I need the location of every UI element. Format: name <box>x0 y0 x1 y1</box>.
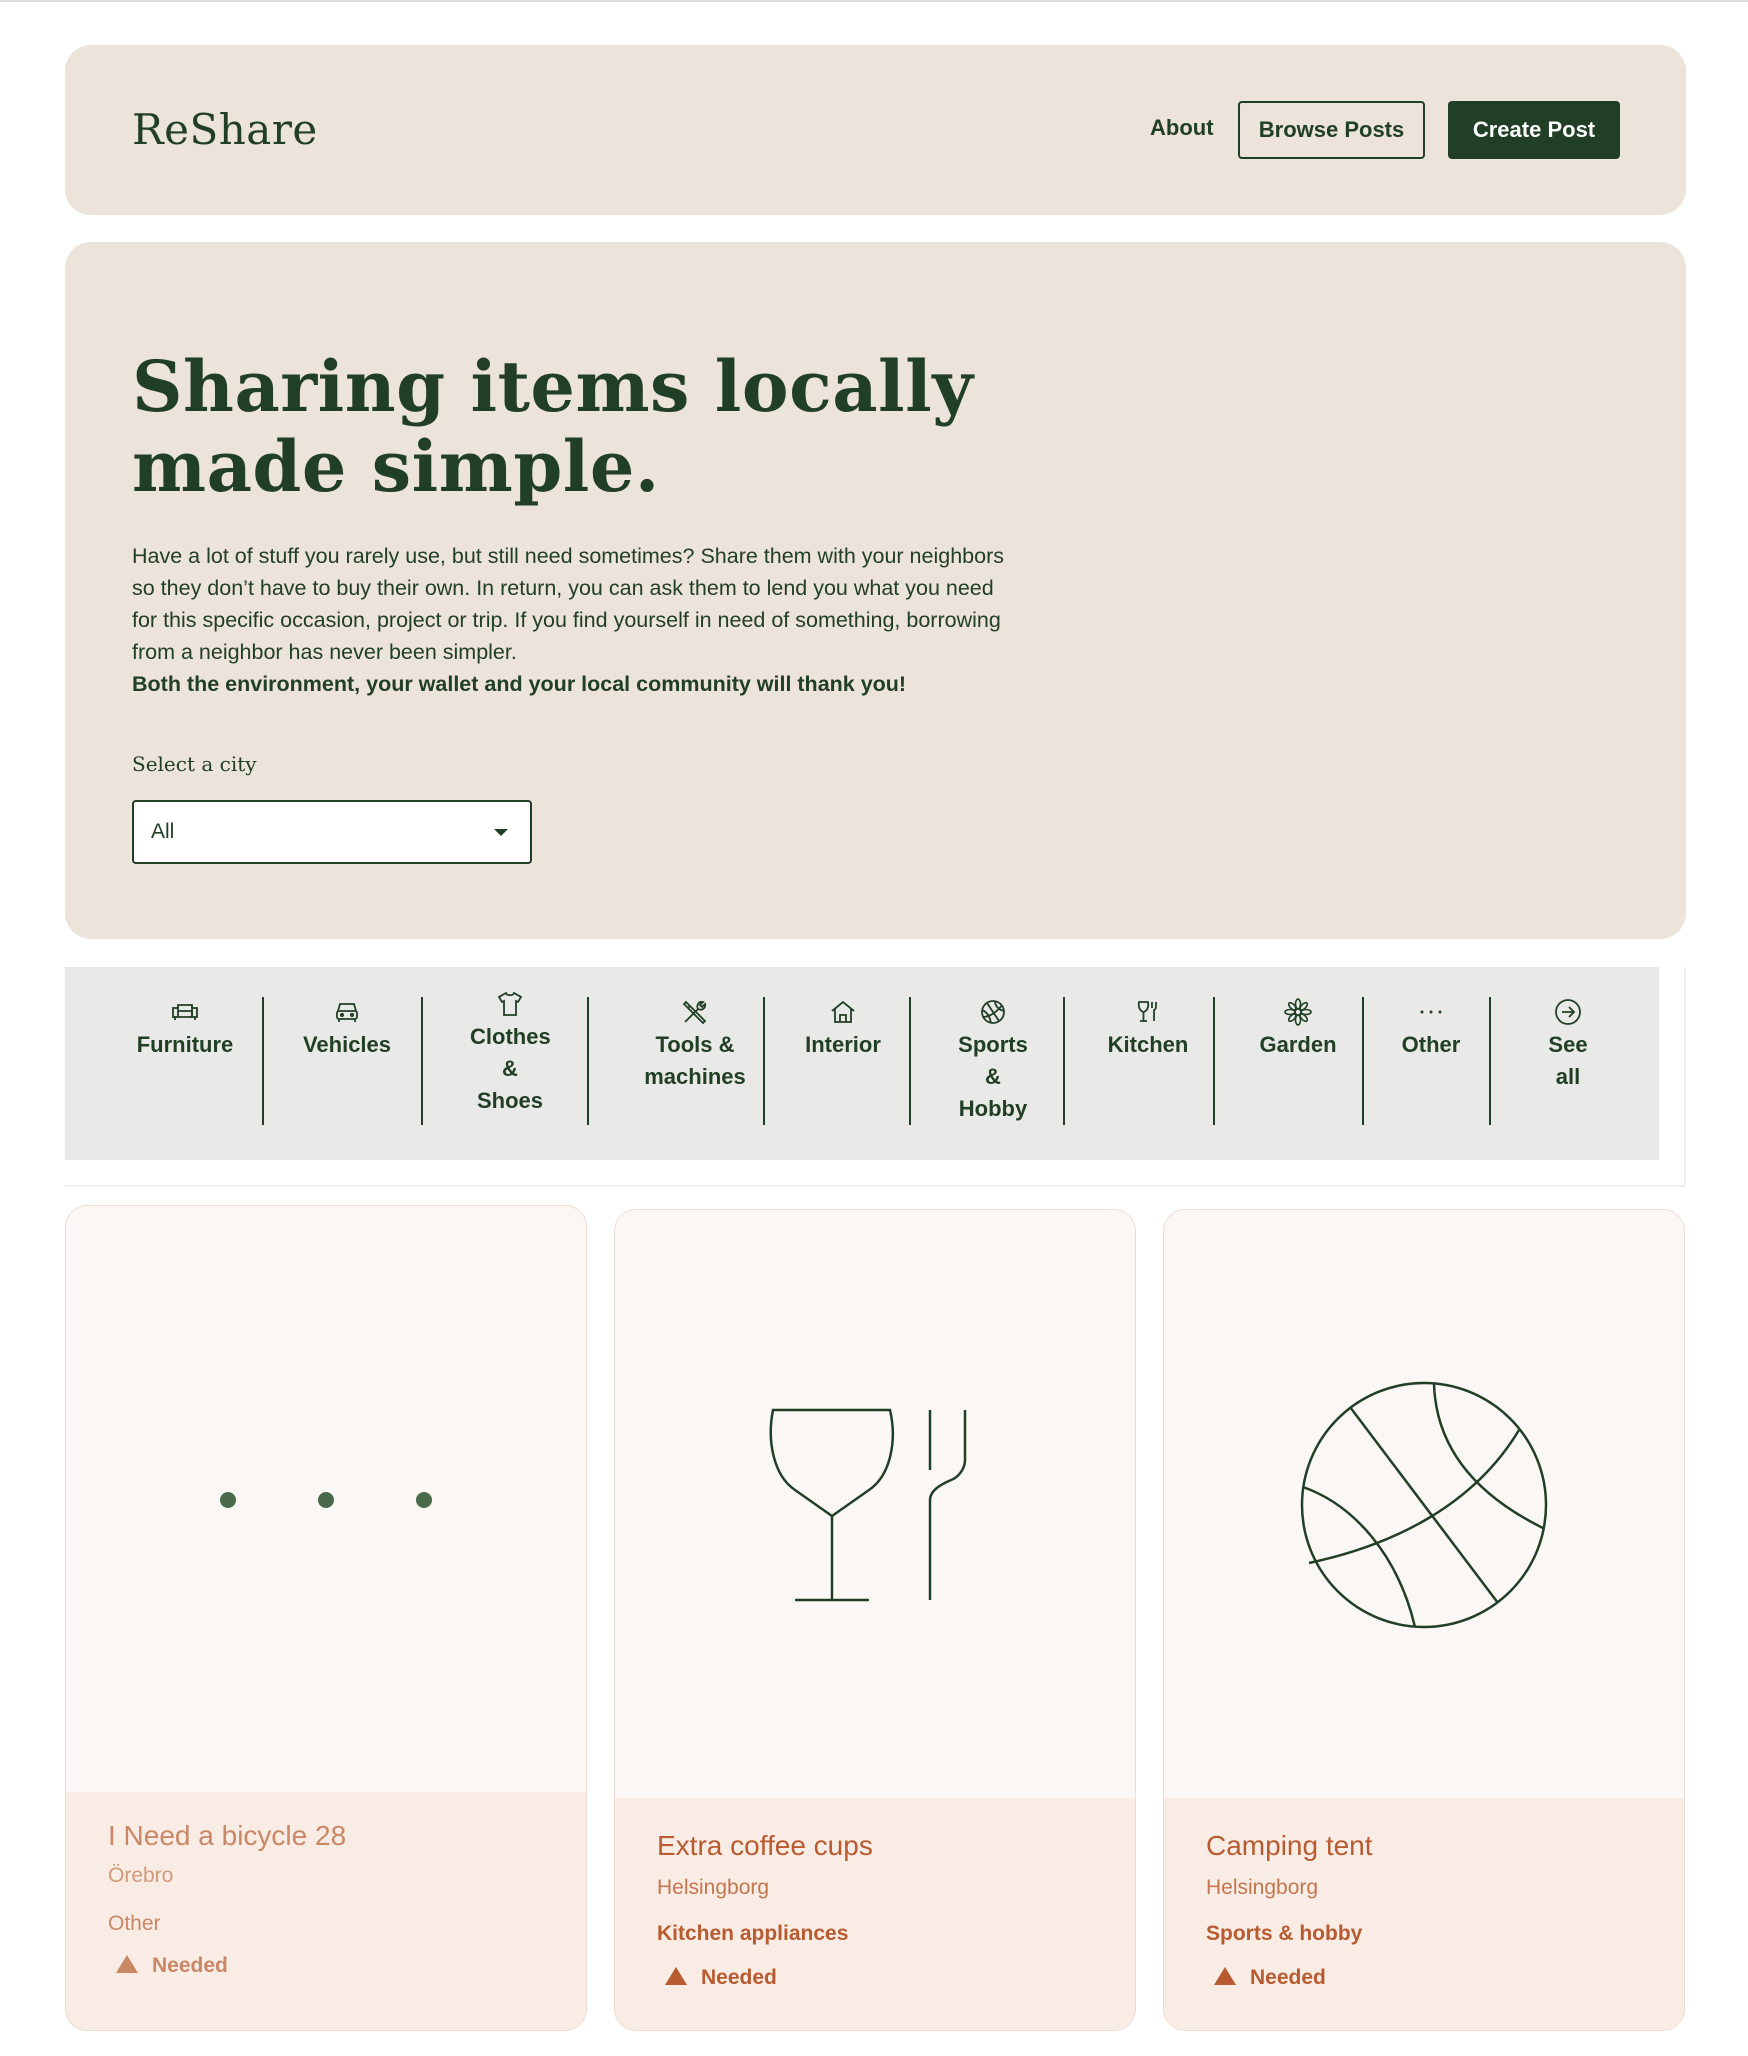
hero-description: Have a lot of stuff you rarely use, but … <box>132 544 1004 664</box>
category-label: Other <box>1401 1032 1461 1057</box>
basketball-icon <box>978 997 1008 1027</box>
top-border <box>0 0 1748 2</box>
city-select[interactable]: All <box>132 800 532 864</box>
category-sports-hobby[interactable]: Sports & Hobby <box>933 997 1053 1125</box>
category-divider <box>1362 997 1364 1125</box>
category-divider <box>909 997 911 1125</box>
category-see-all[interactable]: See all <box>1518 997 1618 1093</box>
category-label: Clothes & Shoes <box>470 1024 551 1113</box>
post-category: Kitchen appliances <box>657 1922 849 1945</box>
category-interior[interactable]: Interior <box>778 997 908 1061</box>
dots-icon <box>1416 997 1446 1027</box>
post-category: Other <box>108 1912 161 1935</box>
category-label: Interior <box>805 1032 881 1057</box>
car-icon <box>332 997 362 1027</box>
warning-triangle-icon <box>665 1967 687 1985</box>
post-info: I Need a bicycle 28 Örebro Other Needed <box>66 1792 586 2030</box>
glass-fork-icon <box>1133 997 1163 1027</box>
post-image <box>615 1210 1135 1800</box>
sofa-icon <box>170 997 200 1027</box>
category-divider <box>763 997 765 1125</box>
basketball-icon <box>1300 1381 1548 1628</box>
category-divider <box>421 997 423 1125</box>
post-category: Sports & hobby <box>1206 1922 1363 1945</box>
category-label: Sports & Hobby <box>958 1032 1028 1121</box>
category-other[interactable]: Other <box>1381 997 1481 1061</box>
hero-section: Sharing items locally made simple. Have … <box>65 242 1686 939</box>
logo[interactable]: ReShare <box>132 105 318 154</box>
hero-title: Sharing items locally made simple. <box>132 345 974 508</box>
category-bar-wrapper: Furniture Vehicles Clothes & Shoes Tools… <box>65 967 1686 1187</box>
warning-triangle-icon <box>116 1955 138 1973</box>
browse-posts-button[interactable]: Browse Posts <box>1238 101 1425 159</box>
tools-icon <box>680 997 710 1027</box>
post-card[interactable]: I Need a bicycle 28 Örebro Other Needed <box>65 1205 587 2031</box>
post-status: Needed <box>665 1966 777 1990</box>
house-icon <box>828 997 858 1027</box>
category-label: Garden <box>1259 1032 1337 1057</box>
category-clothes-shoes[interactable]: Clothes & Shoes <box>450 989 570 1117</box>
chevron-down-icon <box>494 829 508 836</box>
post-card[interactable]: Extra coffee cups Helsingborg Kitchen ap… <box>614 1209 1136 2031</box>
post-status: Needed <box>116 1954 228 1978</box>
glass-fork-icon <box>769 1408 967 1601</box>
category-label: Furniture <box>136 1032 234 1057</box>
city-select-label: Select a city <box>132 752 257 776</box>
category-label: See all <box>1548 1032 1588 1089</box>
category-divider <box>262 997 264 1125</box>
category-garden[interactable]: Garden <box>1238 997 1358 1061</box>
category-bar: Furniture Vehicles Clothes & Shoes Tools… <box>65 967 1659 1160</box>
post-city: Örebro <box>108 1864 174 1887</box>
create-post-button[interactable]: Create Post <box>1448 101 1620 159</box>
category-divider <box>1213 997 1215 1125</box>
post-info: Camping tent Helsingborg Sports & hobby … <box>1164 1798 1684 2030</box>
warning-triangle-icon <box>1214 1967 1236 1985</box>
category-label: Vehicles <box>302 1032 392 1057</box>
about-link[interactable]: About <box>1150 115 1214 141</box>
post-image <box>66 1206 586 1794</box>
arrow-circle-icon <box>1553 997 1583 1027</box>
category-divider <box>1489 997 1491 1125</box>
category-divider <box>1063 997 1065 1125</box>
category-label: Tools & machines <box>644 1032 746 1089</box>
category-divider <box>587 997 589 1125</box>
post-title: Extra coffee cups <box>657 1830 873 1861</box>
hero-tagline: Both the environment, your wallet and yo… <box>132 672 907 696</box>
category-kitchen[interactable]: Kitchen <box>1088 997 1208 1061</box>
dots-icon <box>220 1491 432 1508</box>
category-vehicles[interactable]: Vehicles <box>287 997 407 1061</box>
category-tools-machines[interactable]: Tools & machines <box>610 997 780 1093</box>
city-select-value: All <box>151 820 175 843</box>
post-city: Helsingborg <box>1206 1876 1319 1899</box>
category-furniture[interactable]: Furniture <box>125 997 245 1061</box>
post-card[interactable]: Camping tent Helsingborg Sports & hobby … <box>1163 1209 1685 2031</box>
post-title: Camping tent <box>1206 1830 1373 1861</box>
post-info: Extra coffee cups Helsingborg Kitchen ap… <box>615 1798 1135 2030</box>
flower-icon <box>1283 997 1313 1027</box>
category-label: Kitchen <box>1107 1032 1189 1057</box>
post-title: I Need a bicycle 28 <box>108 1820 347 1851</box>
site-header: ReShare About Browse Posts Create Post <box>65 45 1686 215</box>
post-image <box>1164 1210 1684 1800</box>
tshirt-icon <box>495 989 525 1019</box>
post-status-label: Needed <box>152 1954 228 1977</box>
post-city: Helsingborg <box>657 1876 770 1899</box>
post-status-label: Needed <box>1250 1966 1326 1989</box>
post-status-label: Needed <box>701 1966 777 1989</box>
post-status: Needed <box>1214 1966 1326 1990</box>
